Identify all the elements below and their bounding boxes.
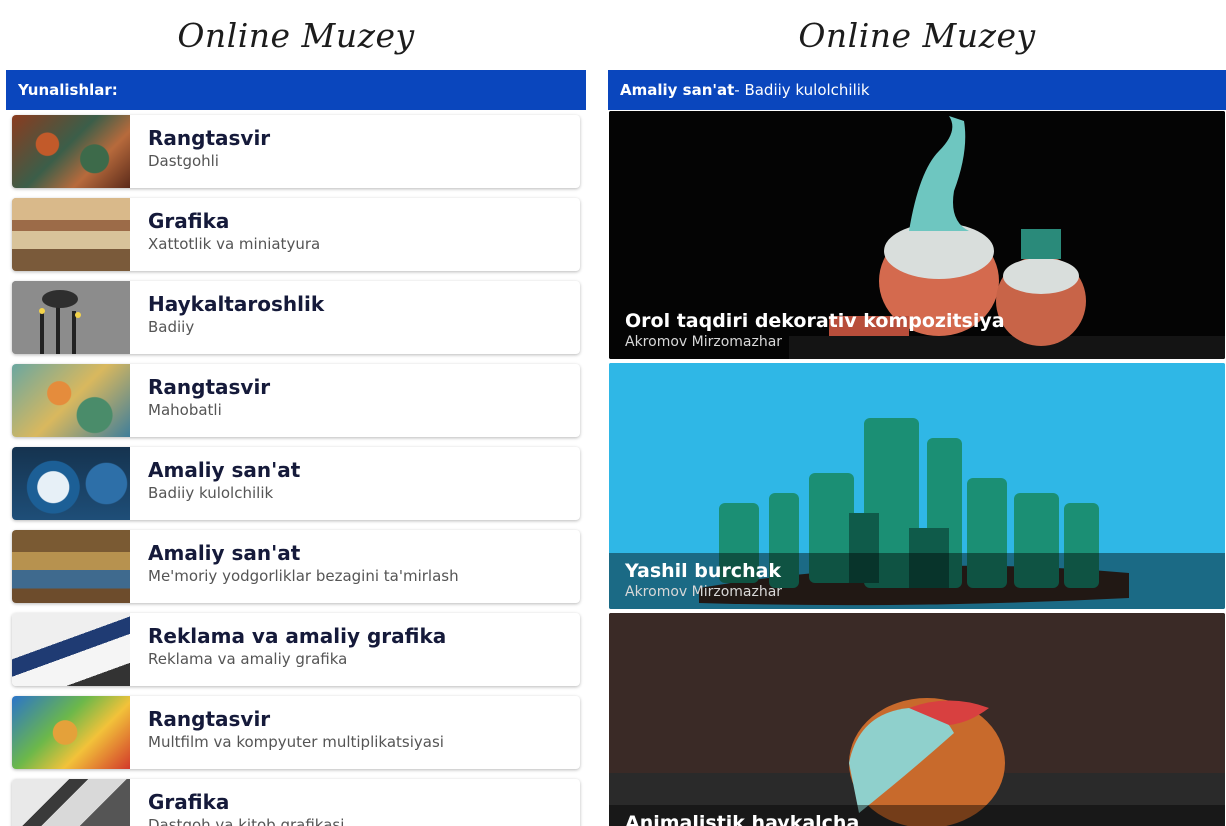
category-item[interactable]: Grafika Dastgoh va kitob grafikasi xyxy=(12,779,580,826)
category-title: Rangtasvir xyxy=(148,126,271,150)
artwork-title: Yashil burchak xyxy=(625,560,782,582)
app-title: Online Muzey xyxy=(798,15,1036,55)
category-thumbnail xyxy=(12,447,130,520)
category-subtitle: Me'moriy yodgorliklar bezagini ta'mirlas… xyxy=(148,567,459,585)
category-title: Reklama va amaliy grafika xyxy=(148,624,447,648)
category-item[interactable]: Rangtasvir Dastgohli xyxy=(12,115,580,188)
artwork-image xyxy=(609,613,1225,826)
category-title: Rangtasvir xyxy=(148,375,271,399)
category-item[interactable]: Grafika Xattotlik va miniatyura xyxy=(12,198,580,271)
artwork-artist: Akromov Mirzomazhar xyxy=(625,334,783,350)
category-subtitle: Badiiy xyxy=(148,318,195,336)
artwork-title: Orol taqdiri dekorativ kompozitsiya xyxy=(625,310,1005,332)
category-thumbnail xyxy=(12,364,130,437)
category-thumbnail xyxy=(12,696,130,769)
category-thumbnail xyxy=(12,613,130,686)
artwork-card[interactable]: Orol taqdiri dekorativ kompozitsiya Akro… xyxy=(609,111,1225,359)
category-subtitle: Xattotlik va miniatyura xyxy=(148,235,321,253)
section-category: Amaliy san'at xyxy=(620,81,735,99)
category-thumbnail xyxy=(12,779,130,826)
category-title: Grafika xyxy=(148,790,230,814)
category-title: Amaliy san'at xyxy=(148,458,301,482)
category-title: Haykaltaroshlik xyxy=(148,292,325,316)
artwork-title: Animalistik haykalcha xyxy=(625,812,860,826)
section-header: Yunalishlar: xyxy=(6,70,586,110)
category-subtitle: Dastgohli xyxy=(148,152,219,170)
app-title: Online Muzey xyxy=(177,15,415,55)
category-subtitle: Dastgoh va kitob grafikasi xyxy=(148,816,345,826)
category-title: Rangtasvir xyxy=(148,707,271,731)
category-item[interactable]: Haykaltaroshlik Badiiy xyxy=(12,281,580,354)
artwork-list: Orol taqdiri dekorativ kompozitsiya Akro… xyxy=(608,110,1226,826)
category-subtitle: Badiiy kulolchilik xyxy=(148,484,274,502)
section-subcategory: - Badiiy kulolchilik xyxy=(734,81,870,99)
categories-screen: Online Muzey Yunalishlar: Rangtasvir Das… xyxy=(6,0,586,826)
category-item[interactable]: Reklama va amaliy grafika Reklama va ama… xyxy=(12,613,580,686)
category-item[interactable]: Amaliy san'at Me'moriy yodgorliklar beza… xyxy=(12,530,580,603)
category-thumbnail xyxy=(12,198,130,271)
artwork-card[interactable]: Animalistik haykalcha xyxy=(609,613,1225,826)
artwork-card[interactable]: Yashil burchak Akromov Mirzomazhar xyxy=(609,363,1225,609)
category-list: Rangtasvir Dastgohli Grafika Xattotlik v… xyxy=(6,110,586,826)
section-label: Yunalishlar: xyxy=(18,81,118,99)
category-item[interactable]: Rangtasvir Mahobatli xyxy=(12,364,580,437)
sculpture-thumbnail-art xyxy=(12,281,130,354)
category-subtitle: Multfilm va kompyuter multiplikatsiyasi xyxy=(148,733,444,751)
category-item[interactable]: Rangtasvir Multfilm va kompyuter multipl… xyxy=(12,696,580,769)
category-thumbnail xyxy=(12,115,130,188)
artwork-artist: Akromov Mirzomazhar xyxy=(625,584,783,600)
category-thumbnail xyxy=(12,281,130,354)
category-subtitle: Reklama va amaliy grafika xyxy=(148,650,348,668)
category-title: Grafika xyxy=(148,209,230,233)
category-thumbnail xyxy=(12,530,130,603)
category-item[interactable]: Amaliy san'at Badiiy kulolchilik xyxy=(12,447,580,520)
section-header: Amaliy san'at - Badiiy kulolchilik xyxy=(608,70,1226,110)
category-subtitle: Mahobatli xyxy=(148,401,222,419)
category-title: Amaliy san'at xyxy=(148,541,301,565)
artworks-screen: Online Muzey Amaliy san'at - Badiiy kulo… xyxy=(608,0,1226,826)
